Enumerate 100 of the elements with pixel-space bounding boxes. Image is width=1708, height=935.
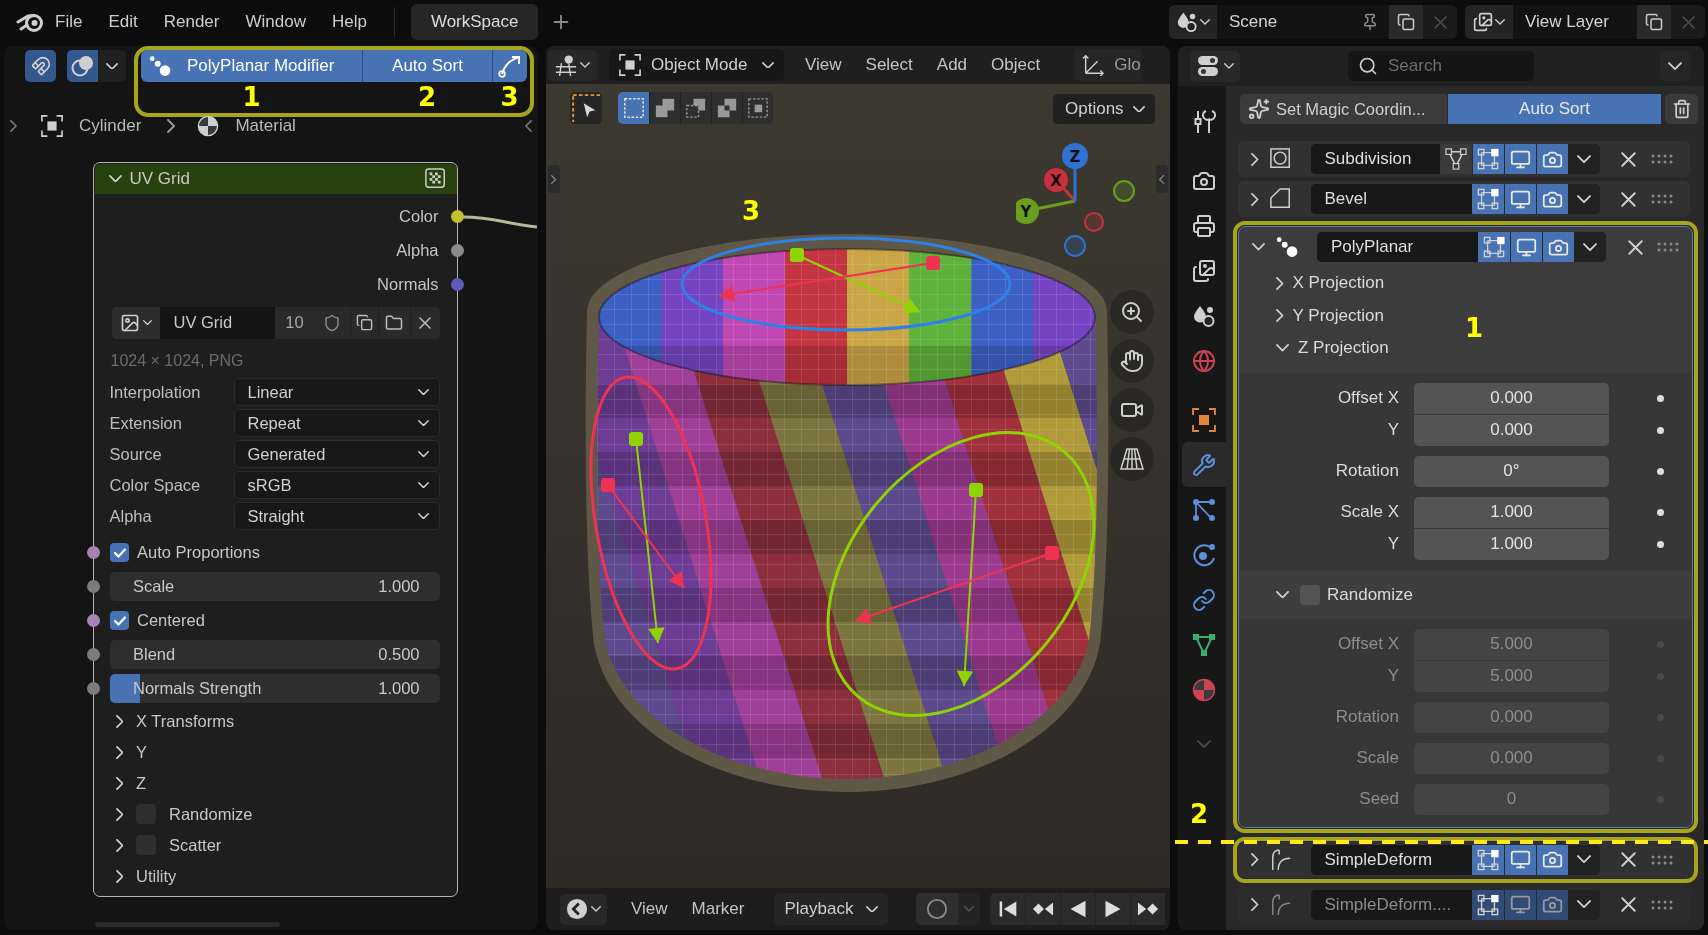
drag-handle-icon[interactable] (1650, 854, 1673, 865)
view-layer-name-field[interactable]: View Layer (1513, 5, 1637, 39)
image-name-field[interactable]: UV Grid (159, 306, 275, 339)
options-dropdown[interactable] (1660, 51, 1690, 81)
viewport-toggle[interactable] (1503, 844, 1536, 875)
projection-gizmo[interactable] (680, 236, 1012, 332)
region-toggle[interactable] (548, 165, 560, 193)
pan-button[interactable] (1110, 339, 1154, 383)
jump-start-button[interactable] (990, 893, 1026, 925)
copy-button[interactable] (1389, 5, 1423, 39)
menu-item[interactable]: Add (924, 55, 980, 75)
zoom-button[interactable] (1110, 290, 1154, 334)
checkbox[interactable] (110, 611, 129, 630)
magic-coordinates-button[interactable]: Set Magic Coordin... (1240, 94, 1447, 124)
view-layer-selector-button[interactable] (1465, 5, 1513, 39)
sort-button[interactable]: Auto Sort (362, 50, 492, 82)
edit-mode-toggle[interactable] (1471, 844, 1504, 875)
edit-mode-toggle[interactable] (1471, 144, 1504, 174)
number-field[interactable]: 0° (1414, 455, 1609, 487)
modifier-menu-button[interactable] (1567, 889, 1600, 920)
copy-button[interactable] (1637, 5, 1671, 39)
dropdown[interactable]: Repeat (233, 409, 440, 437)
delete-all-button[interactable] (1665, 94, 1698, 124)
section-label[interactable]: Y Projection (1292, 305, 1384, 326)
keyframe-dot-icon[interactable] (1657, 467, 1664, 475)
perspective-toggle[interactable] (1110, 437, 1154, 481)
axis-button[interactable]: Y (1016, 198, 1076, 224)
drag-handle-icon[interactable] (1650, 899, 1673, 910)
chevron-down-icon[interactable] (108, 174, 122, 183)
modifier-menu-button[interactable] (1567, 184, 1600, 214)
menu-item[interactable]: Marker (679, 899, 757, 919)
edit-mode-toggle[interactable] (1471, 184, 1504, 214)
modifier-button[interactable]: PolyPlanar Modifier (141, 50, 362, 82)
curve-tool-button[interactable] (492, 50, 527, 82)
render-toggle[interactable] (1542, 232, 1574, 262)
modifier-menu-button[interactable] (1574, 232, 1606, 262)
viewport-toggle[interactable] (1510, 232, 1542, 262)
workspace-tab[interactable]: WorkSpace (410, 4, 539, 40)
breadcrumb-item[interactable]: Cylinder (78, 116, 142, 136)
region-toggle[interactable] (1156, 165, 1168, 193)
dropdown[interactable]: Generated (233, 440, 440, 468)
edit-mode-toggle[interactable] (1471, 889, 1504, 920)
previous-keyframe-button[interactable] (1025, 893, 1061, 925)
viewport-toggle[interactable] (1503, 184, 1536, 214)
chevron-down-icon[interactable] (1276, 590, 1289, 599)
render-toggle[interactable] (1535, 184, 1568, 214)
auto-keying-toggle[interactable] (916, 893, 959, 925)
number-field[interactable]: 1.000 (1414, 496, 1609, 528)
keyframe-dot-icon[interactable] (1657, 394, 1664, 402)
number-field[interactable]: 0.000 (1414, 382, 1609, 414)
camera-view-button[interactable] (1110, 388, 1154, 432)
drag-handle-icon[interactable] (1650, 194, 1673, 204)
chevron-down-icon[interactable] (1276, 344, 1289, 352)
on-cage-toggle[interactable] (1439, 144, 1472, 174)
playback-dropdown[interactable]: Playback (774, 893, 889, 925)
section-label[interactable]: Z Projection (1298, 338, 1389, 359)
panel-label[interactable]: Scatter (169, 835, 222, 855)
axis-button[interactable]: Z (1062, 143, 1088, 201)
viewport-toggle[interactable] (1503, 889, 1536, 920)
render-toggle[interactable] (1535, 144, 1568, 174)
snapping-toggle[interactable] (25, 50, 56, 82)
panel-label[interactable]: Utility (136, 866, 177, 886)
panel-label[interactable]: Z (136, 773, 147, 793)
drag-handle-icon[interactable] (1650, 154, 1673, 164)
next-keyframe-button[interactable] (1130, 893, 1166, 925)
edit-mode-toggle[interactable] (1478, 232, 1510, 262)
select-tool-button[interactable] (570, 92, 602, 124)
menu-item[interactable]: Object (979, 55, 1053, 75)
editor-type-button[interactable] (548, 49, 597, 81)
menu-item[interactable]: View (619, 899, 680, 919)
number-field[interactable]: Blend 0.500 (110, 640, 440, 669)
panel-label[interactable]: Y (136, 742, 148, 762)
menu-item[interactable]: Edit (95, 8, 151, 36)
number-field[interactable]: 1.000 (1414, 528, 1609, 560)
breadcrumb-item[interactable]: Material (235, 116, 296, 136)
editor-type-button[interactable] (1190, 50, 1240, 82)
chevron-down-icon[interactable] (1252, 243, 1265, 251)
menu-item[interactable]: Window (232, 8, 319, 36)
panel-label[interactable]: Randomize (169, 804, 253, 824)
overlays-dropdown[interactable] (98, 50, 126, 82)
dropdown[interactable]: Straight (233, 502, 440, 530)
play-reverse-button[interactable] (1060, 893, 1096, 925)
number-field[interactable]: Scale 1.000 (110, 572, 440, 601)
keyframe-dot-icon[interactable] (1657, 426, 1664, 434)
render-toggle[interactable] (1535, 889, 1568, 920)
scene-selector-button[interactable] (1169, 5, 1217, 39)
sort-button[interactable]: Auto Sort (1448, 94, 1661, 124)
projection-gizmo[interactable] (826, 431, 1096, 717)
menu-item[interactable]: Help (318, 8, 380, 36)
keyframe-dot-icon[interactable] (1657, 508, 1664, 516)
panel-label[interactable]: X Transforms (136, 711, 235, 731)
negative-axis-button[interactable] (1113, 180, 1135, 202)
render-toggle[interactable] (1535, 844, 1568, 875)
selection-mode-button[interactable] (742, 92, 773, 124)
viewport-toggle[interactable] (1503, 144, 1536, 174)
node-link[interactable] (462, 213, 537, 230)
dropdown[interactable]: sRGB (233, 471, 440, 499)
dropdown[interactable]: Linear (233, 378, 440, 406)
scene-name-field[interactable]: Scene (1217, 5, 1389, 39)
menu-item[interactable]: Select (853, 55, 925, 75)
